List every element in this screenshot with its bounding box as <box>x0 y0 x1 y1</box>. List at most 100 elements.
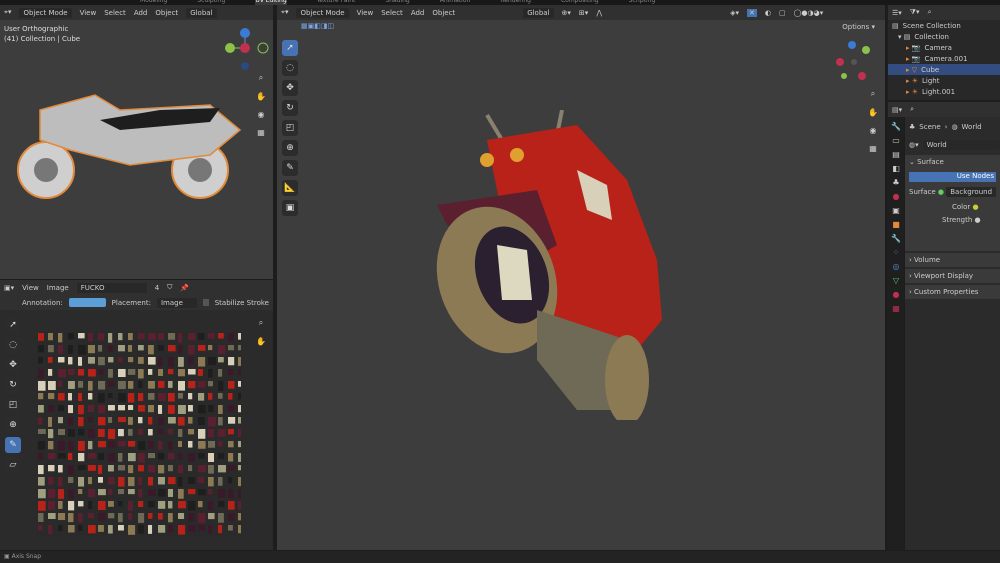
pin-icon[interactable]: 📌 <box>180 284 189 292</box>
camera-icon[interactable]: ◉ <box>867 124 879 136</box>
output-tab-icon[interactable]: ▤ <box>892 150 900 159</box>
motorcycle-model-ortho[interactable] <box>10 70 250 210</box>
particles-tab-icon[interactable]: ⁘ <box>893 248 900 257</box>
pivot-icon[interactable]: ⊕▾ <box>562 9 571 17</box>
outliner-item[interactable]: ▸ 📷 Camera <box>888 42 1000 53</box>
main-viewport[interactable]: ▦▣◧◨◫ ➚ ◌ ✥ ↻ ◰ ⊕ ✎ 📐 ▣ Options ▾ ⌕ ✋ ◉ ▦ <box>277 20 885 550</box>
surface-row[interactable]: Surface ● Background <box>909 187 997 197</box>
annotate-tool[interactable]: ✎ <box>282 160 298 176</box>
mode-dropdown[interactable]: Object Mode <box>19 7 72 18</box>
transform-tool[interactable]: ⊕ <box>5 417 21 433</box>
navigation-gizmo[interactable] <box>832 40 877 85</box>
collection-tab-icon[interactable]: ▣ <box>892 206 900 215</box>
grid-icon[interactable]: ▦ <box>867 142 879 154</box>
transform-tool[interactable]: ⊕ <box>282 140 298 156</box>
texture-tab-icon[interactable]: ▦ <box>892 304 900 313</box>
annotate-tool[interactable]: ✎ <box>5 437 21 453</box>
scale-tool[interactable]: ◰ <box>282 120 298 136</box>
menu-view[interactable]: View <box>22 284 39 292</box>
outliner-item[interactable]: ▾ ▤ Collection <box>888 31 1000 42</box>
zoom-icon[interactable]: ⌕ <box>255 317 267 329</box>
grid-icon[interactable]: ▦ <box>255 126 267 138</box>
placement-dropdown[interactable]: Image <box>156 297 197 308</box>
zoom-icon[interactable]: ⌕ <box>867 88 879 100</box>
menu-view[interactable]: View <box>357 9 374 17</box>
outliner-item[interactable]: ▸ ☀ Light <box>888 75 1000 86</box>
object-tab-icon[interactable]: ■ <box>892 220 900 229</box>
add-cube-tool[interactable]: ▣ <box>282 200 298 216</box>
editor-type-icon[interactable]: ▤▾ <box>892 106 902 114</box>
uv-texture-image[interactable] <box>37 332 241 536</box>
annotation-color-swatch[interactable] <box>68 298 106 307</box>
custom-properties-panel[interactable]: › Custom Properties <box>905 285 1000 299</box>
cursor-tool[interactable]: ◌ <box>282 60 298 76</box>
gizmo-toggle-icon[interactable]: ✕ <box>746 8 757 17</box>
editor-type-icon[interactable]: ▣▾ <box>4 284 14 292</box>
image-editor-canvas[interactable]: ➚ ◌ ✥ ↻ ◰ ⊕ ✎ ▱ ⌕ ✋ <box>0 310 273 550</box>
hand-icon[interactable]: ✋ <box>255 90 267 102</box>
strength-row[interactable]: Strength ● <box>909 216 996 224</box>
world-selector[interactable]: ◍▾ World <box>905 137 1000 153</box>
xray-icon[interactable]: ▢ <box>779 9 786 17</box>
measure-tool[interactable]: 📐 <box>282 180 298 196</box>
orientation-dropdown[interactable]: Global <box>186 7 217 18</box>
use-nodes-button[interactable]: Use Nodes <box>909 172 996 182</box>
world-name-field[interactable]: World <box>922 140 1000 150</box>
cursor-tool[interactable]: ◌ <box>5 337 21 353</box>
outliner-item[interactable]: ▤ Scene Collection <box>888 20 1000 31</box>
menu-add[interactable]: Add <box>411 9 425 17</box>
outliner-item[interactable]: ▸ ▽ Cube <box>888 64 1000 75</box>
left-viewport[interactable]: User Orthographic (41) Collection | Cube… <box>0 20 273 279</box>
rotate-tool[interactable]: ↻ <box>282 100 298 116</box>
hand-icon[interactable]: ✋ <box>867 106 879 118</box>
shading-modes[interactable]: ◯●◑◕▾ <box>794 9 824 17</box>
menu-object[interactable]: Object <box>432 9 455 17</box>
volume-panel[interactable]: › Volume <box>905 253 1000 267</box>
zoom-icon[interactable]: ⌕ <box>255 72 267 84</box>
view-layer-tab-icon[interactable]: ◧ <box>892 164 900 173</box>
data-tab-icon[interactable]: ▽ <box>893 276 899 285</box>
modifier-tab-icon[interactable]: 🔧 <box>891 234 901 243</box>
surface-panel-header[interactable]: ⌄ Surface <box>909 158 996 166</box>
visibility-icon[interactable]: ◈▾ <box>730 9 739 17</box>
snap-icon[interactable]: ⊞▾ <box>579 9 588 17</box>
outliner-item[interactable]: ▸ ☀ Light.001 <box>888 86 1000 97</box>
fake-user-icon[interactable]: ⛉ <box>167 283 172 292</box>
menu-add[interactable]: Add <box>134 9 148 17</box>
overlay-icon[interactable]: ◐ <box>765 9 771 17</box>
outliner-item[interactable]: ▸ 📷 Camera.001 <box>888 53 1000 64</box>
orientation-dropdown[interactable]: Global <box>523 7 554 18</box>
select-tool[interactable]: ➚ <box>282 40 298 56</box>
menu-image[interactable]: Image <box>47 284 69 292</box>
search-icon[interactable]: ⌕ <box>928 8 932 17</box>
menu-object[interactable]: Object <box>155 9 178 17</box>
menu-select[interactable]: Select <box>104 9 126 17</box>
scene-tab-icon[interactable]: ♣ <box>892 178 899 187</box>
search-icon[interactable]: ⌕ <box>910 105 914 114</box>
hand-icon[interactable]: ✋ <box>255 335 267 347</box>
menu-view[interactable]: View <box>80 9 97 17</box>
tool-tab-icon[interactable]: 🔧 <box>891 122 901 131</box>
camera-icon[interactable]: ◉ <box>255 108 267 120</box>
editor-type-icon[interactable]: ⌖▾ <box>281 8 288 17</box>
viewport-display-panel[interactable]: › Viewport Display <box>905 269 1000 283</box>
rotate-tool[interactable]: ↻ <box>5 377 21 393</box>
move-tool[interactable]: ✥ <box>282 80 298 96</box>
color-row[interactable]: Color ● <box>909 203 996 211</box>
move-tool[interactable]: ✥ <box>5 357 21 373</box>
select-tool[interactable]: ➚ <box>5 317 21 333</box>
editor-type-icon[interactable]: ⌖▾ <box>4 8 11 17</box>
display-mode-icon[interactable]: ☰▾ <box>892 9 902 17</box>
stabilize-checkbox[interactable] <box>202 299 209 306</box>
physics-tab-icon[interactable]: ◎ <box>893 262 900 271</box>
render-tab-icon[interactable]: ▭ <box>892 136 900 145</box>
grab-tool[interactable]: ▱ <box>5 457 21 473</box>
world-tab-icon[interactable]: ● <box>893 192 900 201</box>
options-dropdown[interactable]: Options ▾ <box>842 23 875 31</box>
filter-icon[interactable]: ⧩▾ <box>910 8 920 17</box>
menu-select[interactable]: Select <box>381 9 403 17</box>
material-tab-icon[interactable]: ● <box>893 290 900 299</box>
image-name-field[interactable]: FUCKO <box>76 282 147 293</box>
select-mode-buttons[interactable]: ▦▣◧◨◫ <box>301 22 334 30</box>
mode-dropdown[interactable]: Object Mode <box>296 7 349 18</box>
